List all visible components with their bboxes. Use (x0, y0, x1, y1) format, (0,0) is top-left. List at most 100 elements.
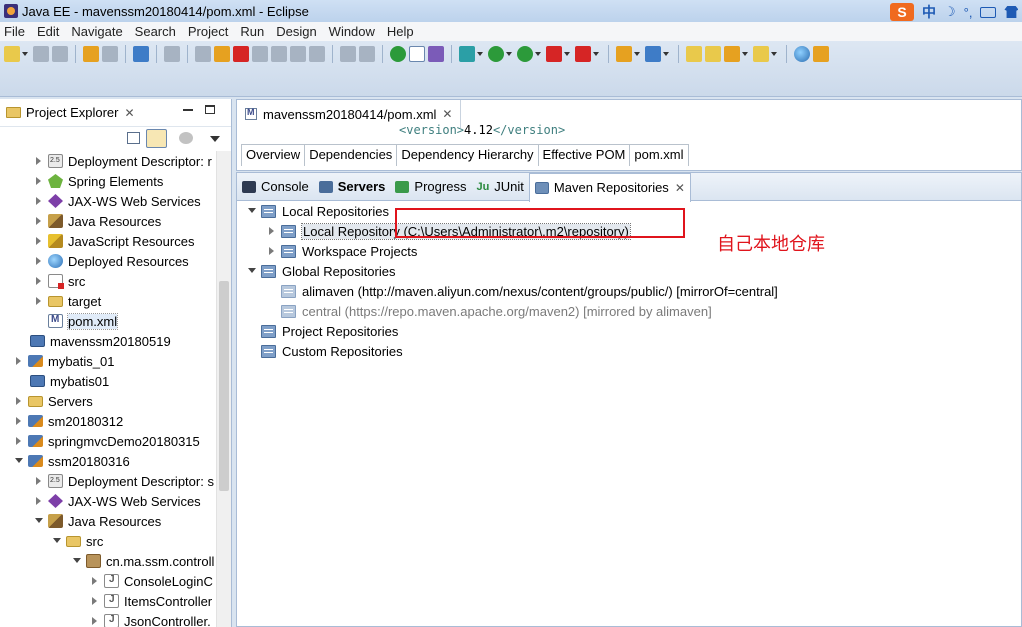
tree-item[interactable]: Deployed Resources (0, 251, 216, 271)
repo-node-alimaven[interactable]: alimaven (http://maven.aliyun.com/nexus/… (247, 281, 778, 301)
expand-icon[interactable] (34, 176, 44, 186)
menu-help[interactable]: Help (381, 24, 420, 39)
debug-icon[interactable] (459, 46, 475, 62)
tab-pom-source[interactable]: pom.xml (629, 144, 689, 166)
tree-item[interactable]: Deployment Descriptor: s (0, 471, 216, 491)
chevron-down-icon[interactable] (663, 52, 669, 56)
tree-item[interactable]: src (0, 531, 216, 551)
repo-node-custom[interactable]: Custom Repositories (247, 341, 778, 361)
collapse-icon[interactable] (247, 206, 257, 216)
toggle-view-icon[interactable] (409, 46, 425, 62)
expand-icon[interactable] (14, 356, 24, 366)
tab-progress[interactable]: Progress (390, 173, 471, 201)
suspend-icon[interactable] (214, 46, 230, 62)
tab-servers[interactable]: Servers (314, 173, 391, 201)
expand-icon[interactable] (90, 596, 100, 606)
menu-search[interactable]: Search (129, 24, 182, 39)
tree-item[interactable]: src (0, 271, 216, 291)
tab-project-explorer[interactable]: Project Explorer ✕ (0, 99, 141, 127)
collapse-icon[interactable] (34, 516, 44, 526)
expand-icon[interactable] (34, 236, 44, 246)
close-icon[interactable]: ✕ (124, 106, 134, 120)
disconnect-icon[interactable] (252, 46, 268, 62)
menu-design[interactable]: Design (270, 24, 322, 39)
punctuation-icon[interactable]: °, (964, 5, 973, 20)
tree-item[interactable]: JavaScript Resources (0, 231, 216, 251)
expand-icon[interactable] (34, 476, 44, 486)
expand-icon[interactable] (90, 576, 100, 586)
repo-node-project[interactable]: Project Repositories (247, 321, 778, 341)
drop-to-frame-icon[interactable] (359, 46, 375, 62)
link-with-editor-icon[interactable] (146, 129, 167, 148)
scrollbar-thumb[interactable] (219, 281, 229, 491)
step-over-icon[interactable] (290, 46, 306, 62)
save-icon[interactable] (33, 46, 49, 62)
tree-item[interactable]: springmvcDemo20180315 (0, 431, 216, 451)
tree-item[interactable]: sm20180312 (0, 411, 216, 431)
open-folder-icon[interactable] (753, 46, 769, 62)
code-line[interactable]: <version>4.12</version> (399, 123, 565, 137)
tree-item[interactable]: ItemsController (0, 591, 216, 611)
menu-file[interactable]: File (0, 24, 31, 39)
sogou-icon[interactable]: S (890, 3, 914, 21)
tree-item[interactable]: Servers (0, 391, 216, 411)
search-icon[interactable] (724, 46, 740, 62)
ime-lang-toggle[interactable]: 中 (922, 2, 936, 22)
step-into-icon[interactable] (271, 46, 287, 62)
expand-icon[interactable] (14, 416, 24, 426)
open-console-icon[interactable] (133, 46, 149, 62)
expand-icon[interactable] (34, 196, 44, 206)
expand-icon[interactable] (34, 496, 44, 506)
chevron-down-icon[interactable] (742, 52, 748, 56)
expand-icon[interactable] (90, 616, 100, 626)
resume-icon[interactable] (195, 46, 211, 62)
expand-icon[interactable] (267, 226, 277, 236)
tree-item[interactable]: pom.xml (0, 311, 216, 331)
menu-run[interactable]: Run (234, 24, 270, 39)
menu-window[interactable]: Window (323, 24, 381, 39)
tree-item[interactable]: JsonController. (0, 611, 216, 627)
web-browser-icon[interactable] (428, 46, 444, 62)
tree-item[interactable]: mybatis_01 (0, 351, 216, 371)
skin-icon[interactable] (1004, 6, 1019, 18)
tree-item[interactable]: mybatis01 (0, 371, 216, 391)
menu-edit[interactable]: Edit (31, 24, 65, 39)
tree-scrollbar[interactable] (216, 151, 231, 627)
build-icon[interactable] (83, 46, 99, 62)
chevron-down-icon[interactable] (506, 52, 512, 56)
tree-item[interactable]: cn.ma.ssm.controll (0, 551, 216, 571)
chevron-down-icon[interactable] (535, 52, 541, 56)
print-icon[interactable] (102, 46, 118, 62)
chevron-down-icon[interactable] (593, 52, 599, 56)
run-icon[interactable] (488, 46, 504, 62)
collapse-icon[interactable] (72, 556, 82, 566)
step-return-icon[interactable] (309, 46, 325, 62)
tree-item[interactable]: Spring Elements (0, 171, 216, 191)
tab-console[interactable]: Console (237, 173, 314, 201)
tab-dependencies[interactable]: Dependencies (304, 144, 398, 166)
minimize-icon[interactable] (183, 109, 193, 111)
repo-node-global[interactable]: Global Repositories (247, 261, 778, 281)
chevron-down-icon[interactable] (22, 52, 28, 56)
save-all-icon[interactable] (52, 46, 68, 62)
tab-junit[interactable]: Ju JUnit (471, 173, 528, 201)
expand-icon[interactable] (14, 396, 24, 406)
ime-toolbar[interactable]: S 中 ☽ °, (890, 2, 1019, 22)
moon-icon[interactable]: ☽ (944, 4, 956, 20)
tree-item[interactable]: mavenssm20180519 (0, 331, 216, 351)
tree-item[interactable]: target (0, 291, 216, 311)
tab-dependency-hierarchy[interactable]: Dependency Hierarchy (396, 144, 539, 166)
tab-effective-pom[interactable]: Effective POM (537, 144, 631, 166)
expand-icon[interactable] (267, 246, 277, 256)
collapse-icon[interactable] (247, 266, 257, 276)
tree-item[interactable]: JAX-WS Web Services (0, 191, 216, 211)
open-task-icon[interactable] (705, 46, 721, 62)
repo-node-central[interactable]: central (https://repo.maven.apache.org/m… (247, 301, 778, 321)
tab-overview[interactable]: Overview (241, 144, 306, 166)
tree-item[interactable]: ConsoleLoginC (0, 571, 216, 591)
new-class-icon[interactable] (645, 46, 661, 62)
tree-item[interactable]: Deployment Descriptor: r (0, 151, 216, 171)
pencil-icon[interactable] (813, 46, 829, 62)
maximize-icon[interactable] (205, 105, 215, 114)
collapse-icon[interactable] (52, 536, 62, 546)
